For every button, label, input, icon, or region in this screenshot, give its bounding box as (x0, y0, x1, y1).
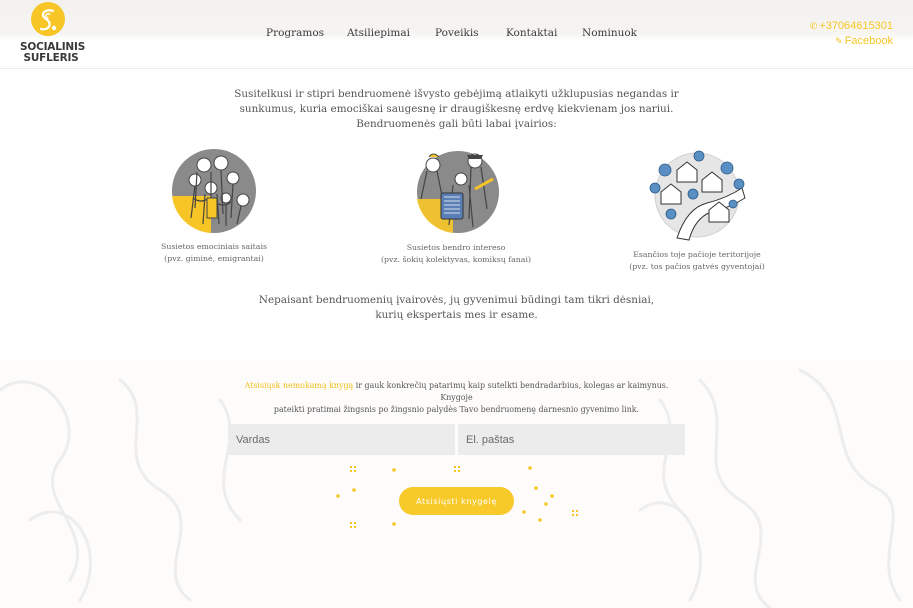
logo-text: SOCIALINIS SUFLERIS (20, 42, 85, 64)
type-2-subtitle: (pvz. šokių kolektyvas, komiksų fanai) (381, 255, 531, 264)
intro-line-2: sunkumus, kuria emociškai saugesnę ir dr… (239, 103, 674, 115)
sparkle-icon (392, 468, 396, 472)
offer-text-2: pateikti pratimai žingsnis po žingsnio p… (273, 405, 640, 414)
header-contact: ✆ +37064615301 ✎ Facebook (810, 19, 893, 49)
sparkle-icon (458, 470, 460, 472)
family-illustration (172, 149, 256, 233)
logo-mark-icon (31, 2, 65, 36)
type-2-title: Susietos bendro intereso (406, 243, 506, 252)
musicians-illustration (417, 151, 499, 233)
sparkle-icon (350, 526, 352, 528)
type-3: Esančios toje pačioje teritorijoje (pvz.… (606, 249, 788, 273)
name-field[interactable] (228, 424, 455, 455)
type-1-subtitle: (pvz. giminė, emigrantai) (164, 254, 264, 263)
nav-item-poveikis[interactable]: Poveikis (435, 27, 479, 39)
sparkle-icon (354, 466, 356, 468)
sparkle-icon (534, 486, 538, 490)
phone-link[interactable]: ✆ +37064615301 (810, 19, 893, 34)
sparkle-icon (528, 466, 532, 470)
sparkle-icon (544, 502, 548, 506)
site-header: SOCIALINIS SUFLERIS Programos Atsiliepim… (0, 0, 913, 69)
sparkle-icon (350, 466, 352, 468)
sparkle-icon (572, 510, 574, 512)
logo-line-2: SUFLERIS (23, 52, 79, 64)
sparkle-icon (550, 494, 554, 498)
sparkle-icon (354, 470, 356, 472)
facebook-icon: ✎ (835, 36, 843, 46)
facebook-link[interactable]: ✎ Facebook (810, 34, 893, 49)
nav-item-nominuok[interactable]: Nominuok (582, 27, 637, 39)
laws-line-1: Nepaisant bendruomenių įvairovės, jų gyv… (258, 294, 655, 306)
sparkle-icon (454, 466, 456, 468)
phone-number: +37064615301 (819, 20, 893, 32)
facebook-label: Facebook (844, 35, 893, 47)
laws-text: Nepaisant bendruomenių įvairovės, jų gyv… (230, 293, 683, 323)
offer-text-1: ir gauk konkrečių patarimų kaip sutelkti… (353, 381, 669, 402)
sparkle-icon (354, 522, 356, 524)
email-field[interactable] (458, 424, 685, 455)
type-3-subtitle: (pvz. tos pačios gatvės gyventojai) (629, 262, 765, 271)
download-book-button[interactable]: Atsisiųsti knygelę (399, 487, 514, 515)
sparkle-icon (392, 522, 396, 526)
sparkle-icon (576, 510, 578, 512)
sparkle-icon (538, 518, 542, 522)
houses-illustration (649, 150, 746, 241)
phone-icon: ✆ (809, 21, 818, 31)
free-book-link[interactable]: Atsisiųsk nemokamą knygą (245, 381, 354, 390)
sparkle-icon (576, 514, 578, 516)
type-1-title: Susietos emociniais saitais (161, 242, 267, 251)
type-2: Susietos bendro intereso (pvz. šokių kol… (365, 242, 547, 266)
sparkle-icon (522, 510, 526, 514)
sparkle-icon (350, 470, 352, 472)
intro-text: Susitelkusi ir stipri bendruomenė išvyst… (220, 87, 693, 132)
sparkle-icon (454, 470, 456, 472)
sparkle-icon (354, 526, 356, 528)
site-logo[interactable]: SOCIALINIS SUFLERIS (20, 2, 85, 66)
sparkle-icon (336, 494, 340, 498)
intro-line-1: Susitelkusi ir stipri bendruomenė išvyst… (234, 88, 679, 100)
laws-line-2: kurių ekspertais mes ir esame. (375, 309, 538, 321)
nav-item-kontaktai[interactable]: Kontaktai (506, 27, 557, 39)
sparkle-icon (350, 522, 352, 524)
type-1: Susietos emociniais saitais (pvz. giminė… (130, 241, 298, 265)
type-3-title: Esančios toje pačioje teritorijoje (633, 250, 761, 259)
offer-text: Atsisiųsk nemokamą knygą ir gauk konkreč… (228, 380, 685, 416)
nav-item-programos[interactable]: Programos (266, 27, 324, 39)
intro-line-3: Bendruomenės gali būti labai įvairios: (356, 118, 557, 130)
sparkle-icon (458, 466, 460, 468)
sparkle-icon (572, 514, 574, 516)
nav-item-atsiliepimai[interactable]: Atsiliepimai (347, 27, 410, 39)
sparkle-icon (352, 488, 356, 492)
